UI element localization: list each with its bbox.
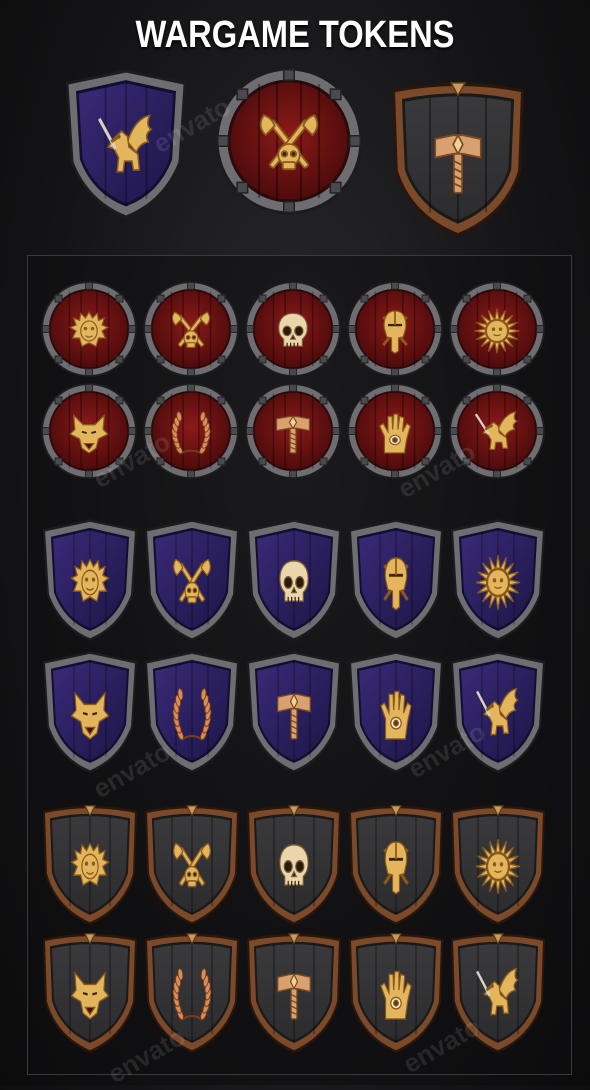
- token-dark-shield-wolf[interactable]: [40, 930, 140, 1054]
- token-red-round-lion[interactable]: [40, 280, 138, 378]
- sun-icon: [475, 555, 521, 610]
- token-dark-shield-skull[interactable]: [244, 802, 344, 926]
- sun-icon: [474, 308, 520, 354]
- token-dark-shield-hammer[interactable]: [244, 930, 344, 1054]
- token-blue-shield-lion[interactable]: [40, 518, 140, 642]
- token-red-round-hammer[interactable]: [244, 382, 342, 480]
- token-blue-shield-sun[interactable]: [448, 518, 548, 642]
- featured-token-red-round-axes-skull[interactable]: [214, 66, 364, 216]
- featured-token-dark-shield-hammer[interactable]: [388, 78, 528, 238]
- token-blue-shield-hammer[interactable]: [244, 650, 344, 774]
- token-red-round-axes-skull[interactable]: [142, 280, 240, 378]
- featured-tokens: [0, 64, 590, 244]
- sun-icon: [475, 839, 521, 894]
- token-dark-shield-sun[interactable]: [448, 802, 548, 926]
- token-dark-shield-axes-skull[interactable]: [142, 802, 242, 926]
- page-title: WARGAME TOKENS: [135, 14, 455, 56]
- token-dark-shield-helmet[interactable]: [346, 802, 446, 926]
- token-dark-shield-lion[interactable]: [40, 802, 140, 926]
- token-red-round-helmet[interactable]: [346, 280, 444, 378]
- token-blue-shield-skull[interactable]: [244, 518, 344, 642]
- token-blue-shield-helmet[interactable]: [346, 518, 446, 642]
- token-red-round-sun[interactable]: [448, 280, 546, 378]
- token-red-round-skull[interactable]: [244, 280, 342, 378]
- token-blue-shield-axes-skull[interactable]: [142, 518, 242, 642]
